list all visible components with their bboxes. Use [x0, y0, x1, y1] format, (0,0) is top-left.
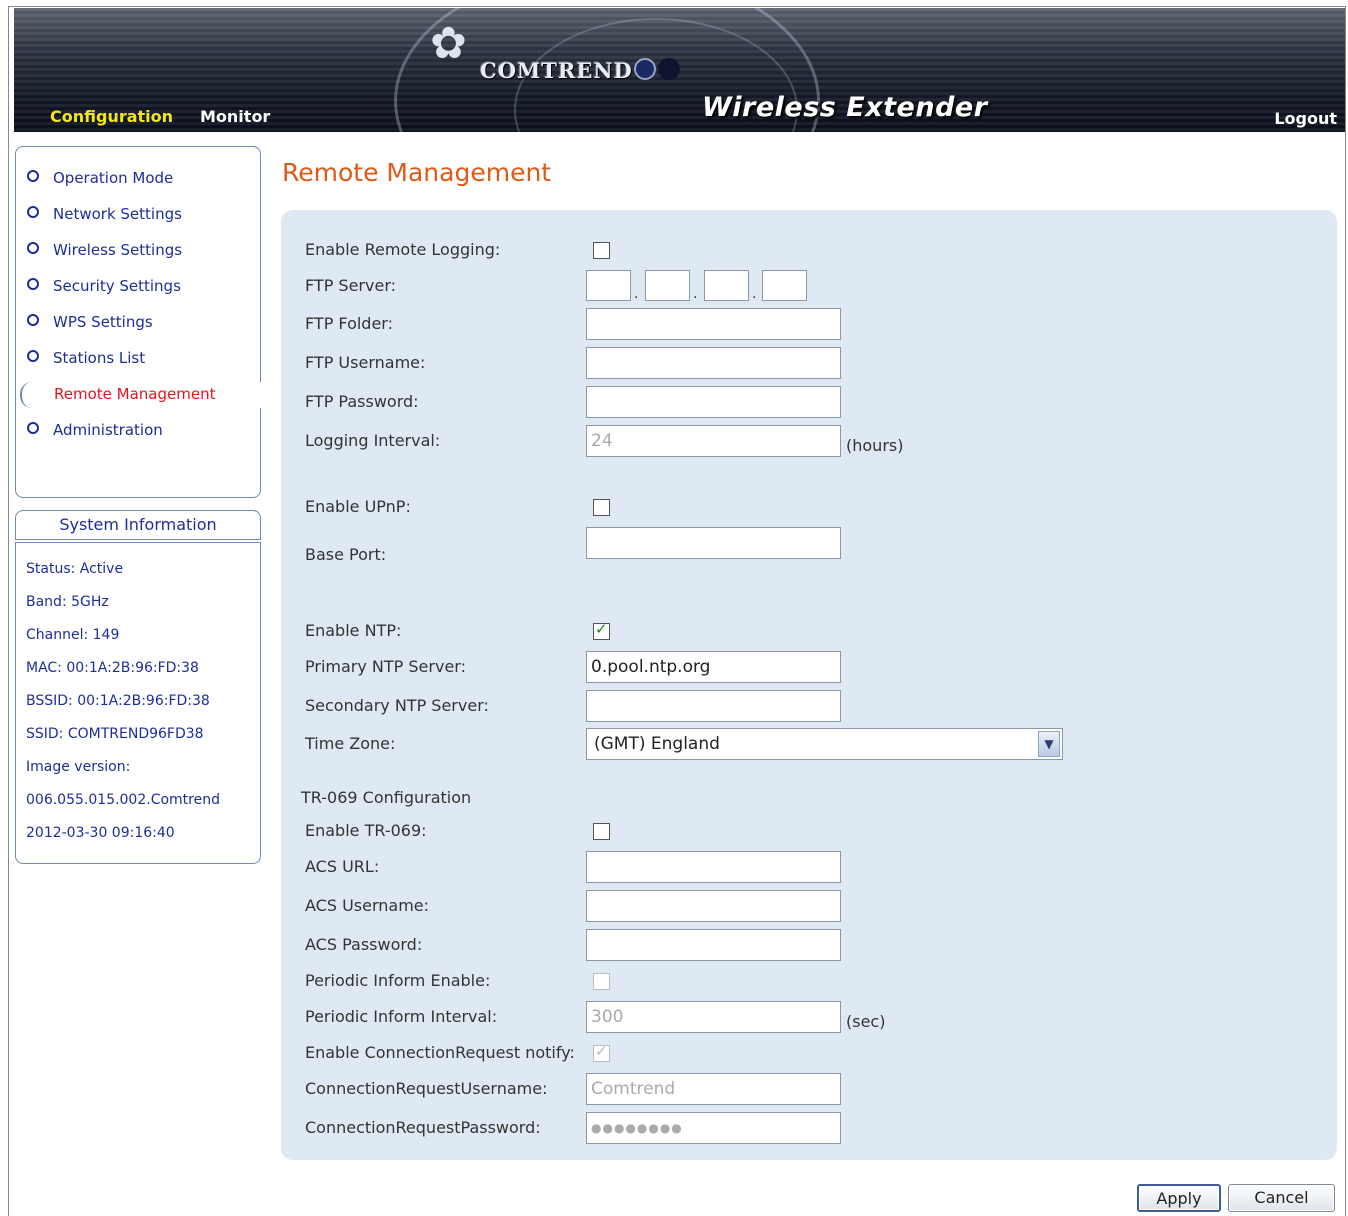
header-banner: ✿ COMTREND Wireless Extender Configurati… [14, 8, 1345, 132]
sidebar-item-stations-list[interactable]: Stations List [27, 349, 145, 367]
chevron-down-icon[interactable]: ▼ [1038, 731, 1060, 757]
conn-request-password-label: ConnectionRequestPassword: [305, 1118, 541, 1137]
sidebar-item-label: Wireless Settings [53, 241, 183, 259]
ftp-server-octet-2[interactable] [645, 270, 690, 301]
enable-tr069-checkbox[interactable] [593, 823, 610, 840]
acs-username-input[interactable] [586, 890, 841, 922]
system-info-ssid: SSID: COMTREND96FD38 [26, 726, 204, 742]
acs-username-label: ACS Username: [305, 896, 430, 915]
bullet-icon [27, 422, 39, 434]
system-info-mac: MAC: 00:1A:2B:96:FD:38 [26, 660, 199, 676]
primary-ntp-input[interactable] [586, 651, 841, 683]
brand-logo: COMTREND [480, 58, 633, 83]
secondary-ntp-label: Secondary NTP Server: [305, 696, 489, 715]
ftp-server-octet-3[interactable] [704, 270, 749, 301]
logging-interval-unit: (hours) [846, 436, 904, 455]
sidebar-item-wireless-settings[interactable]: Wireless Settings [27, 241, 182, 259]
system-info-bssid: BSSID: 00:1A:2B:96:FD:38 [26, 693, 210, 709]
product-name: Wireless Extender [702, 92, 988, 123]
sidebar-item-remote-management[interactable]: Remote Management [20, 382, 266, 408]
sidebar-item-label: Remote Management [54, 385, 216, 403]
ftp-password-input[interactable] [586, 386, 841, 418]
bullet-icon [27, 314, 39, 326]
enable-upnp-label: Enable UPnP: [305, 497, 411, 516]
ip-dot: . [693, 286, 698, 302]
periodic-inform-interval-unit: (sec) [846, 1012, 886, 1031]
ftp-password-label: FTP Password: [305, 392, 419, 411]
bullet-icon [27, 206, 39, 218]
periodic-inform-interval-input[interactable] [586, 1001, 841, 1033]
enable-tr069-label: Enable TR-069: [305, 821, 427, 840]
sidebar-item-label: Security Settings [53, 277, 181, 295]
conn-request-password-input[interactable]: ●●●●●●●● [586, 1112, 841, 1144]
conn-request-notify-label: Enable ConnectionRequest notify: [305, 1043, 575, 1062]
sidebar-item-label: Stations List [53, 349, 146, 367]
system-info-image-version: 006.055.015.002.Comtrend [26, 792, 220, 808]
periodic-inform-enable-label: Periodic Inform Enable: [305, 971, 491, 990]
bullet-icon [27, 278, 39, 290]
base-port-input[interactable] [586, 527, 841, 559]
nav-configuration[interactable]: Configuration [50, 107, 173, 126]
ftp-folder-label: FTP Folder: [305, 314, 393, 333]
sidebar-item-label: Operation Mode [53, 169, 174, 187]
timezone-label: Time Zone: [305, 734, 396, 753]
sidebar-item-wps-settings[interactable]: WPS Settings [27, 313, 153, 331]
bullet-icon [27, 242, 39, 254]
sidebar-item-security-settings[interactable]: Security Settings [27, 277, 181, 295]
system-info-datetime: 2012-03-30 09:16:40 [26, 825, 175, 841]
bullet-icon [27, 350, 39, 362]
secondary-ntp-input[interactable] [586, 690, 841, 722]
acs-url-label: ACS URL: [305, 857, 380, 876]
ftp-username-label: FTP Username: [305, 353, 426, 372]
ip-dot: . [634, 286, 639, 302]
acs-password-label: ACS Password: [305, 935, 423, 954]
periodic-inform-interval-label: Periodic Inform Interval: [305, 1007, 498, 1026]
tr069-section-label: TR-069 Configuration [301, 788, 472, 807]
periodic-inform-enable-checkbox[interactable] [593, 973, 610, 990]
enable-ntp-checkbox[interactable]: ✓ [593, 620, 610, 640]
ftp-username-input[interactable] [586, 347, 841, 379]
enable-upnp-checkbox[interactable] [593, 499, 610, 516]
conn-request-username-input[interactable] [586, 1073, 841, 1105]
logging-interval-label: Logging Interval: [305, 431, 441, 450]
system-info-channel: Channel: 149 [26, 627, 120, 643]
acs-password-input[interactable] [586, 929, 841, 961]
base-port-label: Base Port: [305, 545, 387, 564]
page-title: Remote Management [282, 158, 552, 187]
conn-request-notify-checkbox[interactable]: ✓ [593, 1042, 610, 1062]
ftp-server-label: FTP Server: [305, 276, 397, 295]
timezone-select[interactable]: (GMT) England ▼ [586, 728, 1063, 760]
enable-ntp-label: Enable NTP: [305, 621, 402, 640]
brand-dots [634, 58, 682, 84]
system-info-image-version-label: Image version: [26, 759, 131, 775]
sidebar-item-label: WPS Settings [53, 313, 153, 331]
ftp-server-octet-4[interactable] [762, 270, 807, 301]
timezone-value: (GMT) England [594, 734, 720, 754]
primary-ntp-label: Primary NTP Server: [305, 657, 466, 676]
sidebar-item-administration[interactable]: Administration [27, 421, 163, 439]
enable-remote-logging-checkbox[interactable] [593, 242, 610, 259]
system-info-band: Band: 5GHz [26, 594, 109, 610]
ftp-folder-input[interactable] [586, 308, 841, 340]
system-info-status: Status: Active [26, 561, 124, 577]
nav-monitor[interactable]: Monitor [200, 107, 270, 126]
logging-interval-input[interactable] [586, 425, 841, 457]
sidebar-item-network-settings[interactable]: Network Settings [27, 205, 182, 223]
checkmark-icon: ✓ [595, 620, 608, 638]
bullet-icon [27, 170, 39, 182]
apply-button[interactable]: Apply [1137, 1184, 1221, 1212]
conn-request-username-label: ConnectionRequestUsername: [305, 1079, 548, 1098]
sidebar-item-label: Administration [53, 421, 163, 439]
cancel-button[interactable]: Cancel [1228, 1184, 1335, 1212]
enable-remote-logging-label: Enable Remote Logging: [305, 240, 501, 259]
sidebar-item-operation-mode[interactable]: Operation Mode [27, 169, 173, 187]
comtrend-flower-icon: ✿ [430, 18, 467, 69]
system-info-title: System Information [15, 510, 261, 540]
ip-dot: . [752, 286, 757, 302]
checkmark-icon: ✓ [595, 1042, 608, 1060]
ftp-server-octet-1[interactable] [586, 270, 631, 301]
sidebar-item-label: Network Settings [53, 205, 182, 223]
logout-link[interactable]: Logout [1274, 109, 1337, 128]
acs-url-input[interactable] [586, 851, 841, 883]
